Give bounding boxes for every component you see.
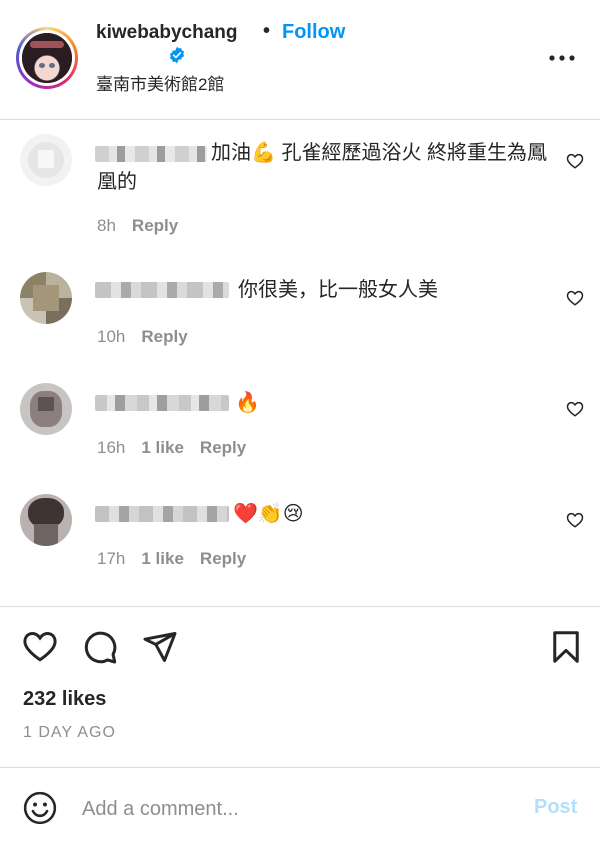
reply-button[interactable]: Reply — [132, 216, 178, 235]
separator-dot: • — [263, 20, 271, 42]
comment-time: 8h — [97, 216, 116, 235]
comment-text: 加油💪 孔雀經歷過浴火 終將重生為鳳凰的 — [97, 142, 548, 193]
comment-meta: 10h Reply — [97, 327, 204, 347]
actions-divider — [0, 606, 600, 607]
verified-badge-icon — [169, 46, 185, 64]
post-likes-count[interactable]: 232 likes — [23, 688, 106, 711]
comment-meta: 17h 1 like Reply — [97, 549, 262, 569]
save-bookmark-icon[interactable] — [548, 629, 584, 665]
comment-meta: 8h Reply — [97, 216, 194, 236]
comment-time: 17h — [97, 549, 126, 568]
comment-like-heart-icon[interactable] — [566, 289, 584, 307]
comment-box-divider — [0, 767, 600, 768]
add-comment-input[interactable] — [82, 794, 502, 824]
comment-time: 10h — [97, 327, 126, 346]
post-comment-button[interactable]: Post — [534, 796, 577, 819]
comment-like-heart-icon[interactable] — [566, 152, 584, 170]
comment-likes-count[interactable]: 1 like — [141, 549, 184, 568]
comment-likes-count[interactable]: 1 like — [141, 438, 184, 457]
author-avatar[interactable] — [16, 27, 78, 89]
emoji-smiley-icon[interactable] — [23, 791, 57, 825]
post-location[interactable]: 臺南市美術館2館 — [96, 70, 224, 95]
reply-button[interactable]: Reply — [200, 549, 246, 568]
commenter-avatar[interactable] — [20, 383, 72, 435]
author-username[interactable]: kiwebabychang — [96, 22, 238, 44]
commenter-avatar[interactable] — [20, 134, 72, 186]
author-avatar-image — [22, 33, 72, 83]
reply-button[interactable]: Reply — [200, 438, 246, 457]
commenter-username-blurred[interactable] — [95, 506, 229, 522]
post-header: kiwebabychang • Follow 臺南市美術館2館 — [0, 0, 600, 120]
more-options-icon[interactable] — [548, 48, 576, 68]
comment-time: 16h — [97, 438, 126, 457]
comment-meta: 16h 1 like Reply — [97, 438, 262, 458]
commenter-username-blurred[interactable] — [95, 282, 229, 298]
comment-bubble-icon[interactable] — [82, 629, 118, 665]
comment-text: 你很美，比一般女人美 — [238, 279, 438, 301]
comment-like-heart-icon[interactable] — [566, 400, 584, 418]
post-timestamp: 1 DAY AGO — [23, 724, 116, 741]
comment-like-heart-icon[interactable] — [566, 511, 584, 529]
commenter-username-blurred[interactable] — [95, 395, 229, 411]
reply-button[interactable]: Reply — [141, 327, 187, 346]
commenter-avatar[interactable] — [20, 272, 72, 324]
comment-text: ❤️👏😢 — [233, 501, 304, 525]
follow-button[interactable]: Follow — [282, 21, 345, 44]
commenter-avatar[interactable] — [20, 494, 72, 546]
like-heart-icon[interactable] — [22, 629, 58, 665]
comment-text: 🔥 — [235, 390, 260, 414]
share-paper-plane-icon[interactable] — [142, 629, 178, 665]
